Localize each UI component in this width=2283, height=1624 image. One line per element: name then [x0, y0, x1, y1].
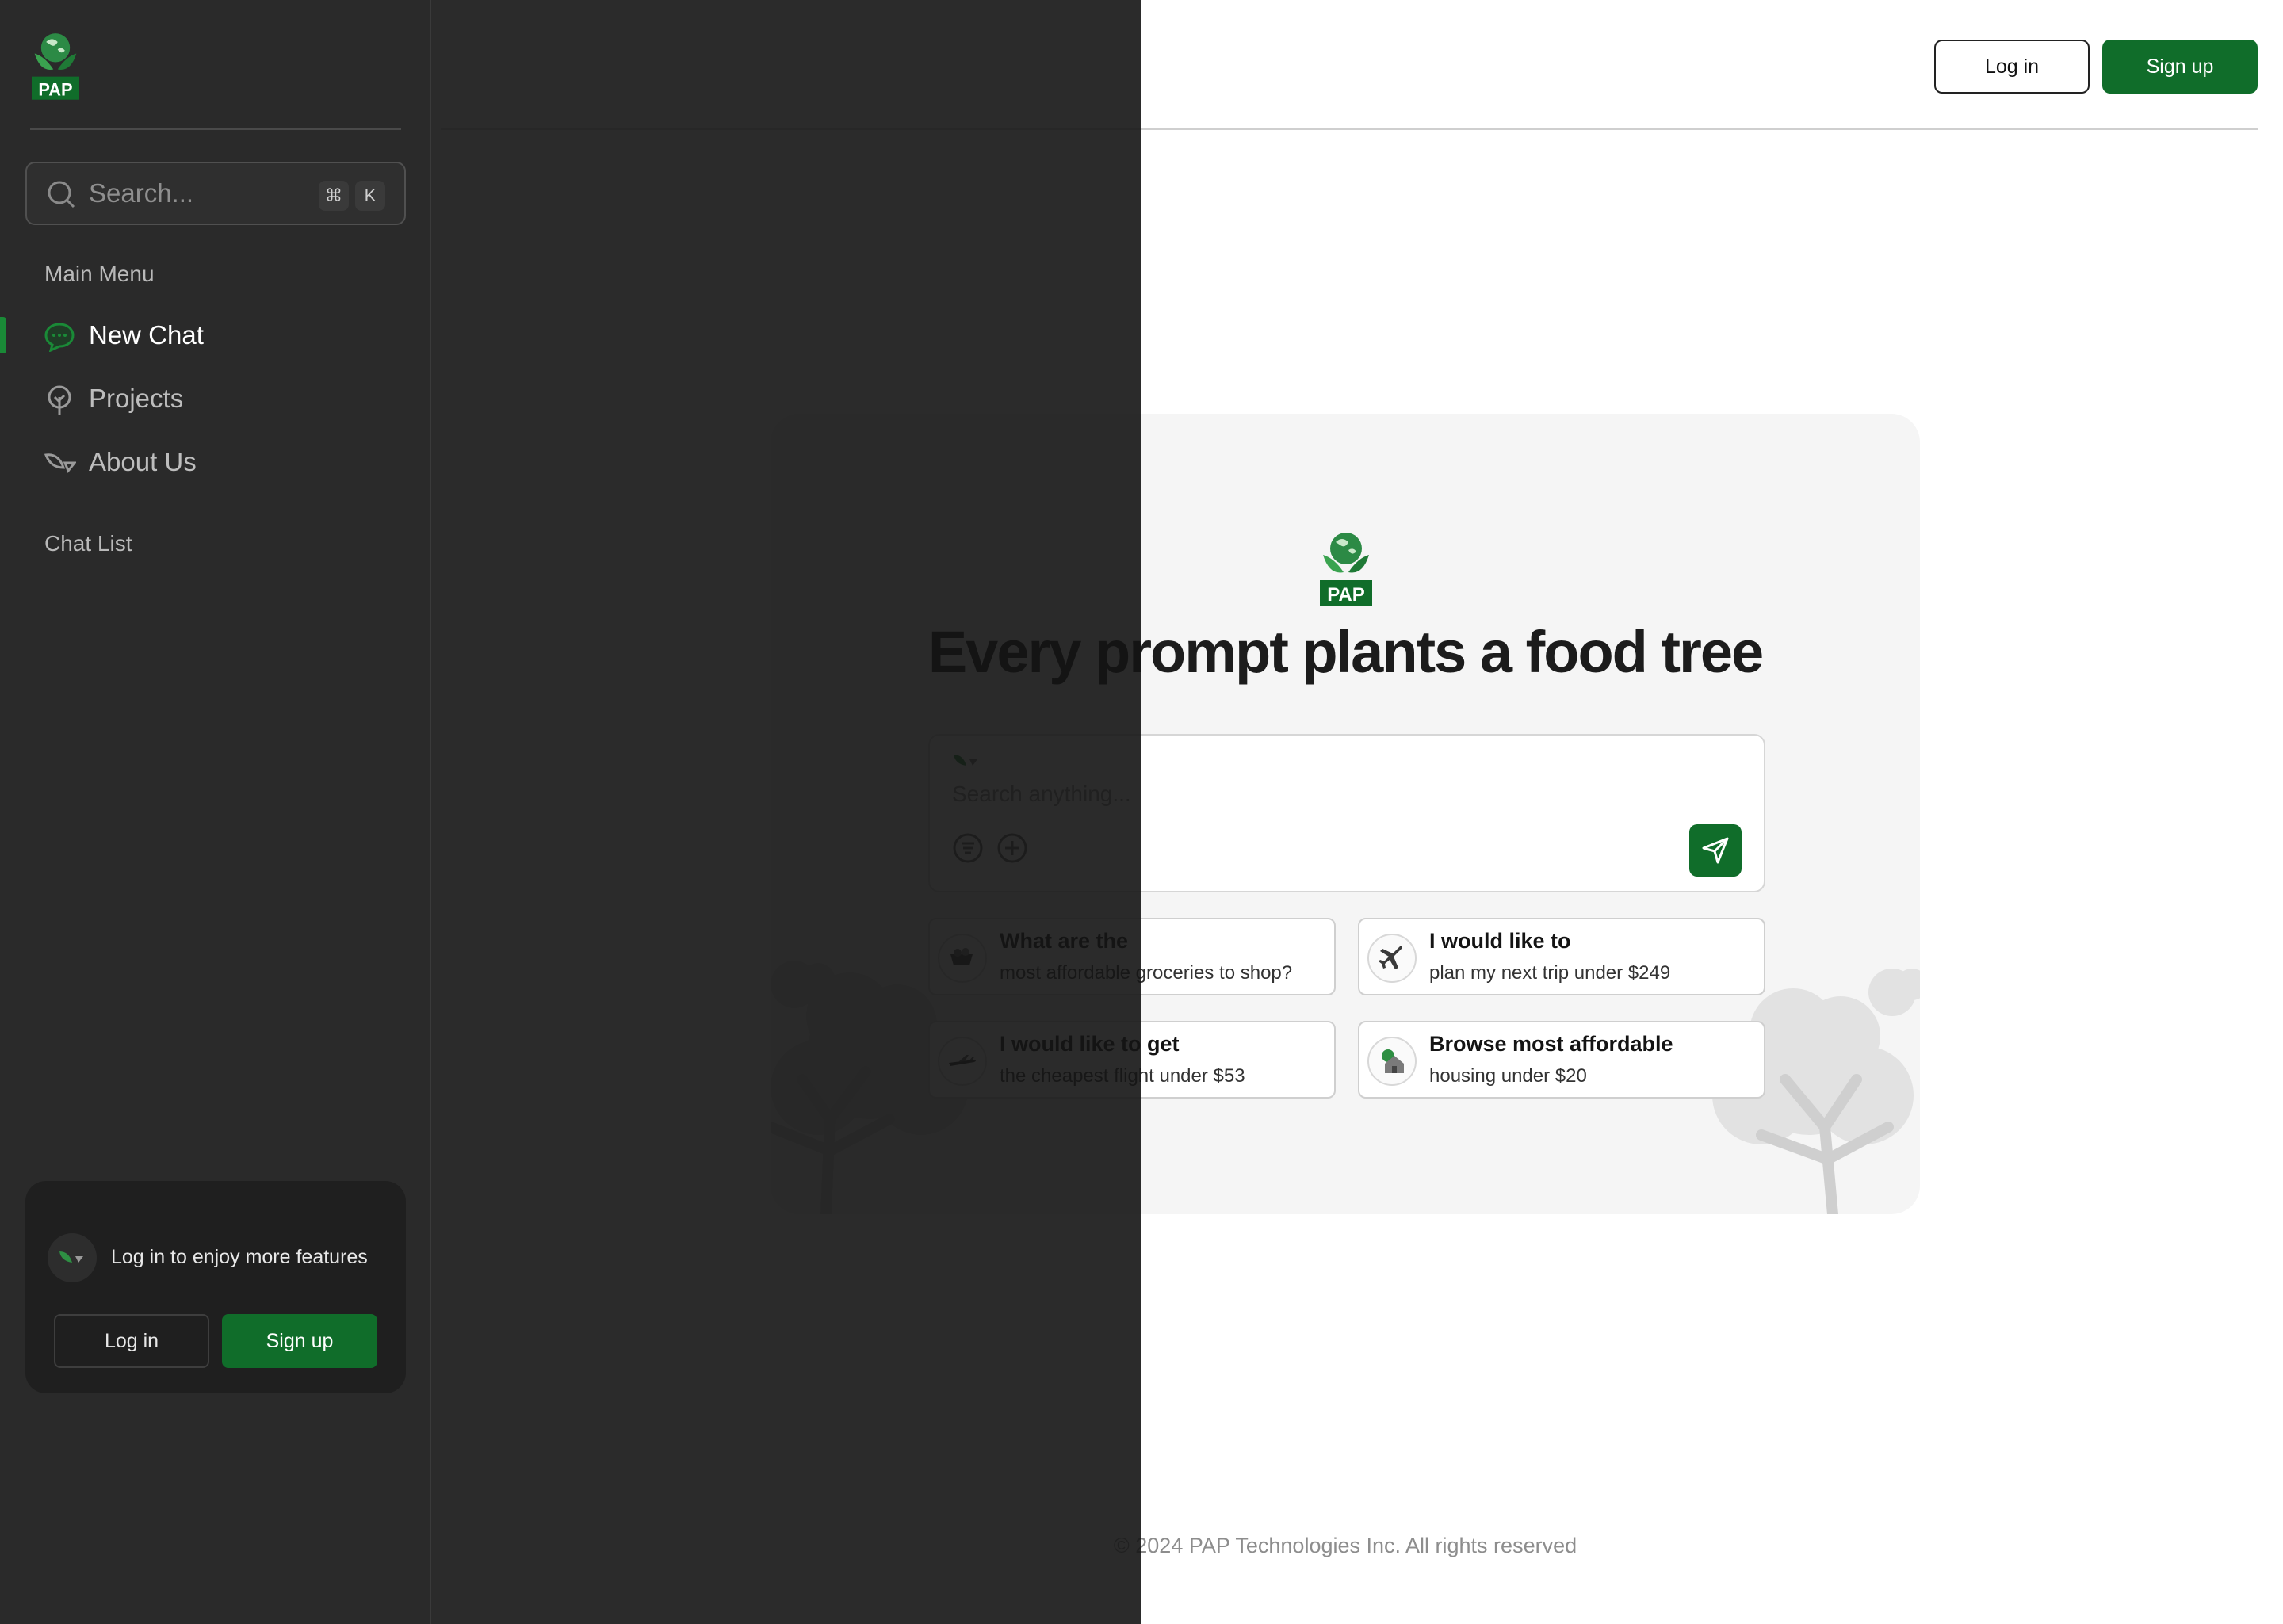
sidebar-item-label: New Chat [89, 320, 204, 350]
k-key-hint: K [355, 181, 385, 211]
header-divider [441, 128, 2258, 130]
hero-title: Every prompt plants a food tree [927, 619, 1764, 685]
main-menu-heading: Main Menu [44, 262, 155, 286]
command-key-hint: ⌘ [319, 181, 349, 211]
chat-bubble-icon [44, 323, 75, 352]
send-icon [1702, 837, 1729, 864]
suggestion-title: I would like to [1429, 929, 1571, 953]
suggestion-subtitle: most affordable groceries to shop? [1000, 962, 1293, 984]
house-icon [1367, 1037, 1417, 1086]
suggestion-subtitle: housing under $20 [1429, 1065, 1587, 1087]
suggestion-card[interactable]: Browse most affordable housing under $20 [1358, 1021, 1765, 1099]
add-circle-icon[interactable] [996, 832, 1028, 864]
flight-icon [938, 1037, 987, 1086]
suggestion-title: I would like to get [1000, 1032, 1180, 1056]
chat-list-heading: Chat List [44, 531, 132, 556]
sidebar-search[interactable]: ⌘ K [25, 162, 406, 225]
leaf-icon [44, 453, 76, 473]
sidebar-signup-button[interactable]: Sign up [222, 1314, 377, 1368]
login-promo-card: Log in to enjoy more features Log in Sig… [25, 1181, 406, 1393]
leaf-icon [59, 1251, 83, 1263]
suggestion-card[interactable]: I would like to get the cheapest flight … [928, 1021, 1336, 1099]
sidebar-item-about-us[interactable]: About Us [0, 438, 428, 488]
sidebar-item-label: Projects [89, 384, 184, 413]
sidebar-divider [30, 128, 401, 130]
search-icon [48, 181, 75, 208]
sidebar-item-projects[interactable]: Projects [0, 374, 428, 425]
airplane-icon [1367, 934, 1417, 983]
filter-icon[interactable] [952, 832, 984, 864]
sidebar-login-button[interactable]: Log in [54, 1314, 209, 1368]
suggestion-card[interactable]: I would like to plan my next trip under … [1358, 918, 1765, 995]
pap-logo-icon: PAP [32, 33, 79, 100]
search-input[interactable] [89, 176, 327, 211]
suggestion-title: What are the [1000, 929, 1129, 953]
suggestion-subtitle: the cheapest flight under $53 [1000, 1065, 1245, 1087]
sidebar-item-label: About Us [89, 447, 197, 476]
suggestion-title: Browse most affordable [1429, 1032, 1673, 1056]
login-promo-message: Log in to enjoy more features [111, 1246, 368, 1268]
sidebar-item-new-chat[interactable]: New Chat [0, 311, 428, 361]
footer-copyright: © 2024 PAP Technologies Inc. All rights … [1113, 1534, 1577, 1557]
pap-logo-text: PAP [38, 79, 72, 99]
leaf-icon [954, 755, 977, 766]
sidebar: PAP ⌘ K Main Menu New Chat Projects Abou… [0, 0, 431, 1624]
suggestion-card[interactable]: What are the most affordable groceries t… [928, 918, 1336, 995]
pap-logo-text: PAP [1327, 584, 1365, 606]
send-button[interactable] [1689, 824, 1742, 877]
suggestion-subtitle: plan my next trip under $249 [1429, 962, 1671, 984]
header-login-button[interactable]: Log in [1934, 40, 2090, 94]
tree-icon [48, 385, 71, 415]
pap-logo-icon: PAP [1320, 533, 1372, 606]
prompt-box [928, 734, 1765, 892]
prompt-input[interactable] [952, 777, 1713, 812]
header-signup-button[interactable]: Sign up [2102, 40, 2258, 94]
leaf-avatar [48, 1233, 97, 1282]
groceries-icon [938, 934, 987, 983]
